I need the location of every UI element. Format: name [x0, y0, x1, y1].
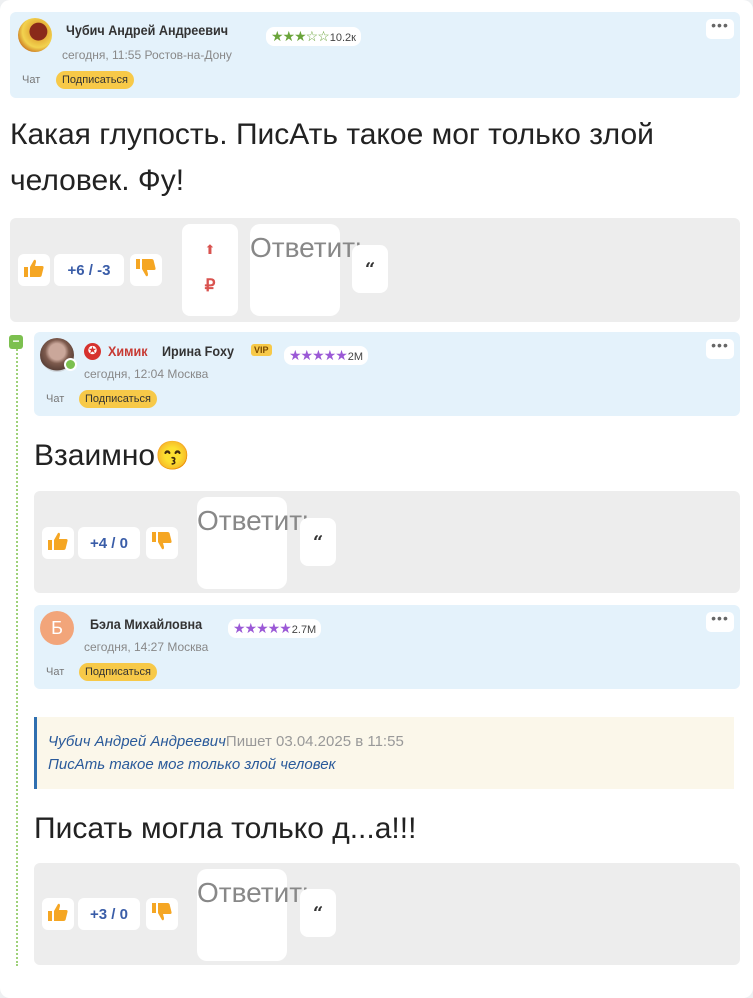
quote-button[interactable]: “ [300, 889, 336, 937]
badge-name: Химик [108, 343, 148, 359]
author-name[interactable]: Чубич Андрей Андреевич [66, 22, 228, 38]
comment-text-body: Взаимно [34, 439, 156, 472]
rating-stars: ★★★☆☆10.2к [266, 27, 361, 46]
arrow-up-icon: ⬆ [204, 242, 216, 257]
thumb-down-icon [151, 902, 173, 927]
comment-meta: сегодня, 11:55 Ростов-на-Дону [62, 48, 232, 62]
vote-count: +4 / 0 [78, 527, 140, 559]
like-button[interactable] [42, 527, 74, 559]
quote-text: ПисАть такое мог только злой человек [48, 756, 336, 773]
dislike-button[interactable] [146, 898, 178, 930]
dislike-button[interactable] [130, 254, 162, 286]
rating-value: 2M [347, 351, 364, 363]
quote-header: Чубич Андрей АндреевичПишет 03.04.2025 в… [48, 733, 404, 750]
more-menu-button[interactable]: ••• [706, 18, 734, 39]
comment-meta: сегодня, 14:27 Москва [84, 640, 209, 654]
thumb-up-icon [47, 902, 69, 927]
donate-button[interactable]: ⬆ ₽ [182, 224, 238, 316]
rating-stars: ★★★★★2.7M [228, 619, 322, 638]
chat-link[interactable]: Чат [22, 74, 40, 86]
reply-button[interactable]: Ответить [197, 497, 317, 589]
stars-glyphs: ★★★★★ [233, 620, 292, 636]
author-name[interactable]: Ирина Foxy [162, 343, 234, 359]
vote-count: +3 / 0 [78, 898, 140, 930]
comment-text: Взаимно😙 [34, 433, 190, 479]
more-menu-button[interactable]: ••• [706, 338, 734, 359]
stars-glyphs: ★★★★★ [289, 347, 348, 363]
avatar[interactable]: Б [40, 611, 74, 645]
thumb-down-icon [151, 531, 173, 556]
thumb-down-icon [135, 258, 157, 283]
ruble-icon: ₽ [204, 276, 216, 295]
rating-value: 2.7M [291, 624, 317, 636]
reply-button[interactable]: Ответить [250, 224, 370, 316]
dislike-button[interactable] [146, 527, 178, 559]
reply-button[interactable]: Ответить [197, 869, 317, 961]
quote-button[interactable]: “ [300, 518, 336, 566]
thread-line [16, 346, 18, 966]
chat-link[interactable]: Чат [46, 393, 64, 405]
chat-link[interactable]: Чат [46, 666, 64, 678]
like-button[interactable] [18, 254, 50, 286]
online-indicator [64, 358, 77, 371]
quote-meta: Пишет 03.04.2025 в 11:55 [225, 733, 404, 750]
quoted-message [34, 717, 734, 789]
quote-button[interactable]: “ [352, 245, 388, 293]
vip-badge: VIP [251, 344, 272, 356]
subscribe-button[interactable]: Подписаться [79, 663, 157, 681]
avatar-letter: Б [51, 618, 63, 638]
author-name[interactable]: Бэла Михайловна [90, 616, 202, 632]
more-menu-button[interactable]: ••• [706, 611, 734, 632]
thumb-up-icon [23, 258, 45, 283]
avatar[interactable] [18, 18, 52, 52]
like-button[interactable] [42, 898, 74, 930]
collapse-thread-icon[interactable]: − [9, 335, 23, 349]
thumb-up-icon [47, 531, 69, 556]
badge-icon: ✪ [84, 343, 101, 360]
vote-count: +6 / -3 [54, 254, 124, 286]
comments-page: Чубич Андрей Андреевич ★★★☆☆10.2к сегодн… [0, 0, 753, 998]
quote-author[interactable]: Чубич Андрей Андреевич [48, 733, 226, 750]
rating-stars: ★★★★★2M [284, 346, 369, 365]
subscribe-button[interactable]: Подписаться [79, 390, 157, 408]
rating-value: 10.2к [329, 32, 356, 44]
stars-glyphs: ★★★☆☆ [271, 28, 330, 44]
comment-meta: сегодня, 12:04 Москва [84, 367, 209, 381]
comment-text: Какая глупость. ПисАть такое мог только … [10, 118, 654, 197]
subscribe-button[interactable]: Подписаться [56, 71, 134, 89]
emoji: 😙 [155, 440, 190, 471]
comment-text: Писать могла только д...а!!! [34, 812, 417, 845]
